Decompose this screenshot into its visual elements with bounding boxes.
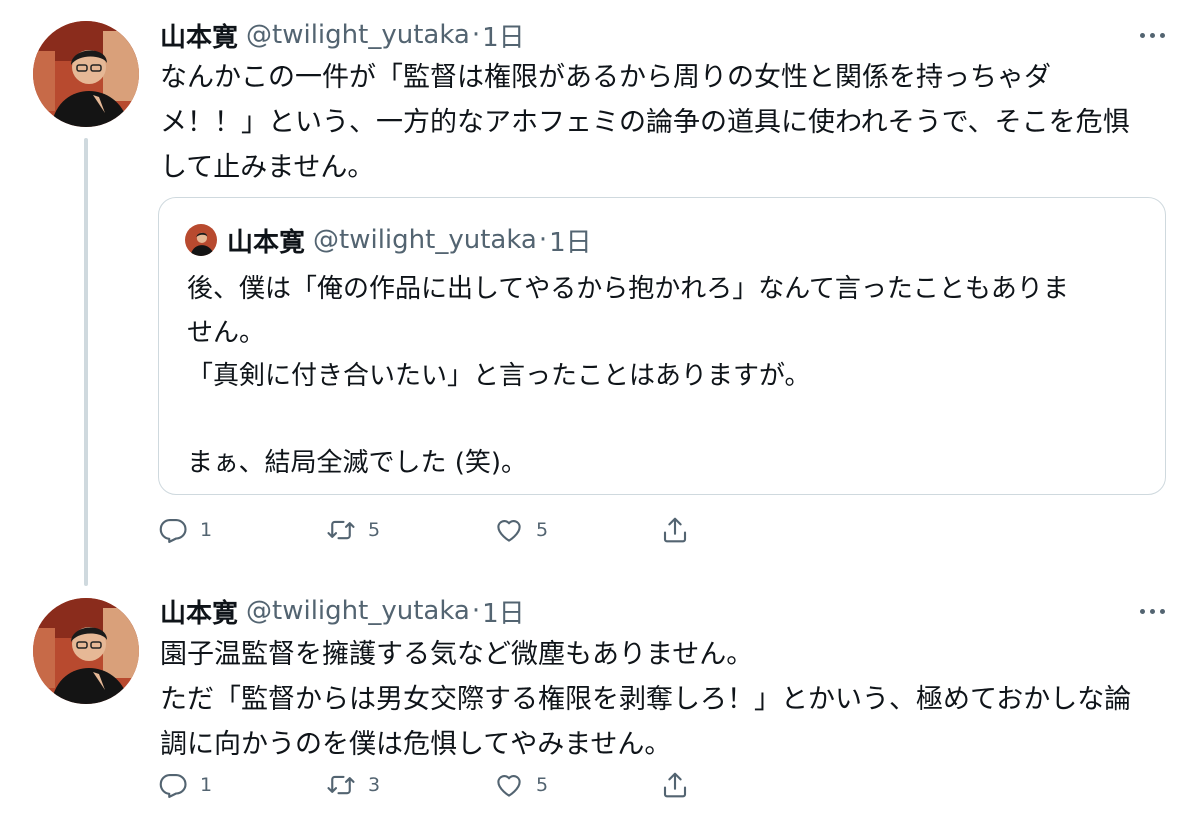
retweet-icon: [327, 520, 355, 540]
tweet-timestamp[interactable]: 1日: [482, 593, 525, 630]
author-handle: @twilight_yutaka: [313, 225, 537, 255]
reply-icon: [159, 773, 187, 798]
retweet-count: 3: [368, 774, 381, 796]
meta-separator: ·: [471, 596, 481, 626]
avatar[interactable]: [33, 598, 139, 704]
like-button[interactable]: 5: [494, 767, 548, 803]
more-options-icon[interactable]: [1130, 20, 1174, 50]
reply-icon: [159, 518, 187, 543]
meta-separator: ·: [471, 20, 481, 50]
author-name: 山本寛: [227, 227, 306, 258]
retweet-icon: [327, 775, 355, 795]
share-button[interactable]: [660, 767, 690, 803]
avatar[interactable]: [33, 21, 139, 127]
reply-button[interactable]: 1: [158, 767, 212, 803]
author-name[interactable]: 山本寛: [160, 593, 238, 630]
like-count: 5: [536, 774, 549, 796]
like-button[interactable]: 5: [494, 512, 548, 548]
tweet-header: 山本寛 @twilight_yutaka · 1日: [160, 591, 525, 631]
thread-connector-line: [84, 138, 88, 586]
retweet-count: 5: [368, 519, 381, 541]
retweet-button[interactable]: 5: [326, 512, 380, 548]
author-handle[interactable]: @twilight_yutaka: [246, 20, 470, 50]
tweet-text: 園子温監督を擁護する気など微塵もありません。 ただ「監督からは男女交際する権限を…: [160, 639, 1132, 760]
meta-separator: ·: [538, 225, 548, 255]
retweet-button[interactable]: 3: [326, 767, 380, 803]
share-icon: [663, 772, 687, 798]
tweet-text: なんかこの一件が「監督は権限があるから周りの女性と関係を持っちゃダ メ！！」とい…: [160, 62, 1130, 183]
quoted-tweet-text: 後、僕は「俺の作品に出してやるから抱かれろ」なんて言ったこともありま せん。 「…: [187, 274, 1069, 478]
heart-icon: [497, 520, 521, 542]
reply-count: 1: [200, 519, 213, 541]
author-name[interactable]: 山本寛: [160, 17, 238, 54]
tweet-timestamp: 1日: [549, 227, 592, 258]
tweet-actions: 1 5 5: [158, 512, 718, 548]
tweet-actions: 1 3 5: [158, 767, 718, 803]
tweet-header: 山本寛 @twilight_yutaka · 1日: [160, 15, 525, 55]
reply-button[interactable]: 1: [158, 512, 212, 548]
like-count: 5: [536, 519, 549, 541]
heart-icon: [497, 775, 521, 797]
share-icon: [663, 517, 687, 543]
share-button[interactable]: [660, 512, 690, 548]
more-options-icon[interactable]: [1130, 596, 1174, 626]
reply-count: 1: [200, 774, 213, 796]
tweet-timestamp[interactable]: 1日: [482, 17, 525, 54]
quoted-tweet[interactable]: 山本寛 @twilight_yutaka · 1日 後、僕は「俺の作品に出してや…: [158, 197, 1166, 495]
avatar: [185, 224, 217, 256]
quoted-tweet-header: 山本寛 @twilight_yutaka · 1日: [227, 220, 592, 260]
author-handle[interactable]: @twilight_yutaka: [246, 596, 470, 626]
